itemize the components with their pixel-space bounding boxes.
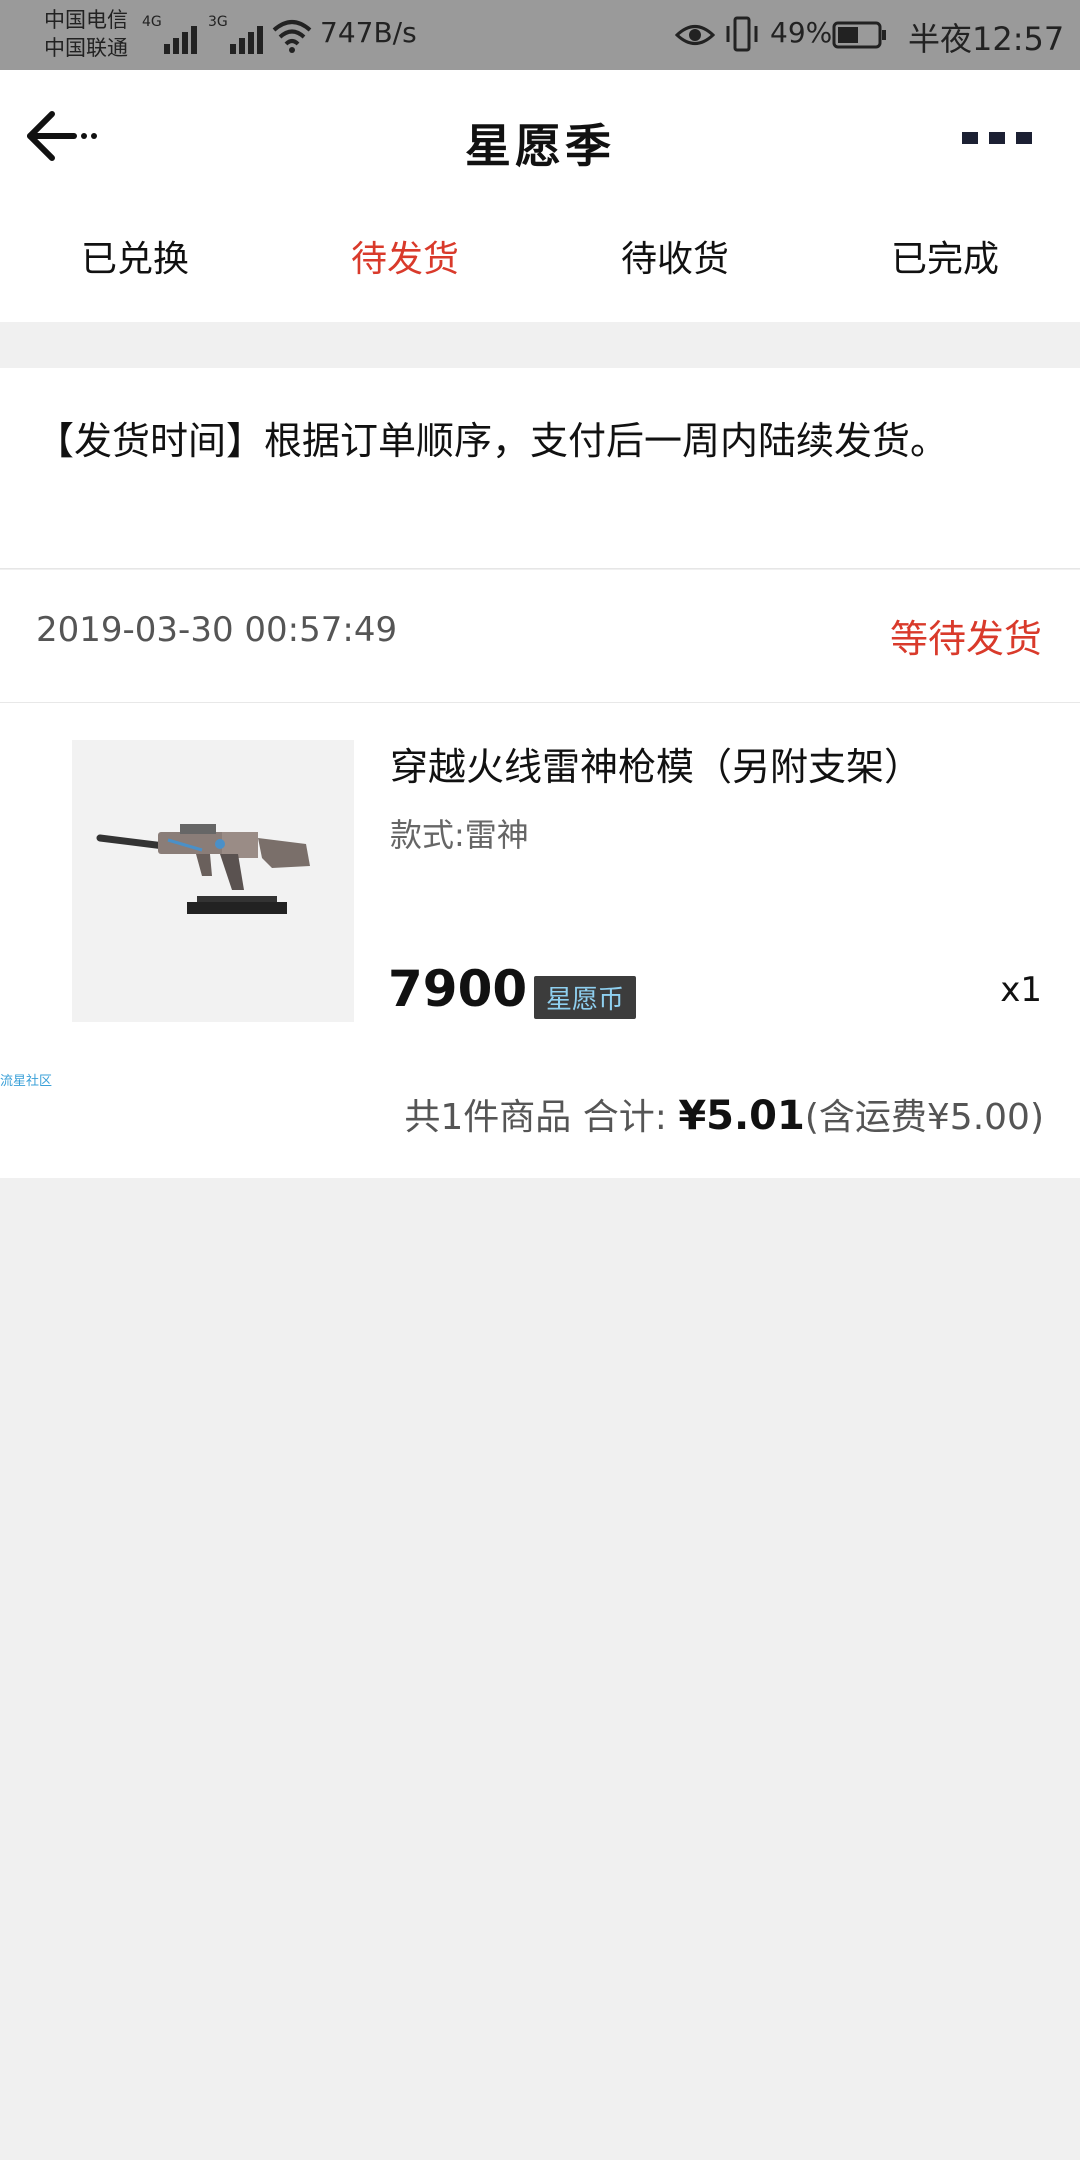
order-card[interactable]: 2019-03-30 00:57:49 等待发货 穿越火线雷神枪模（另附支架） … bbox=[0, 570, 1080, 1178]
summary-count: 共1件商品 合计: bbox=[404, 1097, 679, 1138]
product-quantity: x1 bbox=[1000, 970, 1042, 1010]
carrier-info: 中国电信 中国联通 bbox=[44, 6, 128, 62]
summary-total: ¥5.01 bbox=[678, 1093, 805, 1139]
gun-model-image bbox=[96, 824, 310, 914]
order-tabs: 已兑换 待发货 待收货 已完成 bbox=[0, 210, 1080, 322]
currency-badge: 星愿币 bbox=[534, 976, 637, 1019]
more-options-icon[interactable] bbox=[962, 132, 1032, 146]
network-speed: 747B/s bbox=[320, 16, 417, 49]
product-image[interactable] bbox=[72, 740, 354, 1022]
wifi-icon bbox=[272, 20, 312, 53]
order-summary: 共1件商品 合计: ¥5.01(含运费¥5.00) bbox=[404, 1088, 1044, 1140]
tab-completed[interactable]: 已完成 bbox=[810, 210, 1080, 322]
community-watermark: 流星社区 bbox=[0, 1074, 53, 1089]
divider bbox=[0, 702, 1080, 703]
order-time: 2019-03-30 00:57:49 bbox=[36, 610, 398, 650]
battery-icon bbox=[832, 21, 886, 49]
page-title: 星愿季 bbox=[465, 119, 615, 173]
signal-3g-icon: 3G bbox=[208, 14, 266, 54]
carrier-2: 中国联通 bbox=[44, 36, 128, 60]
product-price: 7900 bbox=[388, 960, 528, 1018]
status-bar: 中国电信 中国联通 4G 3G 747B/s 49% 半夜12:57 bbox=[0, 0, 1080, 70]
vibrate-icon bbox=[726, 16, 758, 52]
shipping-notice: 【发货时间】根据订单顺序，支付后一周内陆续发货。 bbox=[0, 368, 1080, 569]
shipping-notice-text: 【发货时间】根据订单顺序，支付后一周内陆续发货。 bbox=[36, 419, 949, 463]
carrier-1: 中国电信 bbox=[44, 8, 128, 32]
tab-to-receive[interactable]: 待收货 bbox=[540, 210, 810, 322]
tab-to-ship[interactable]: 待发货 bbox=[270, 210, 540, 322]
product-name[interactable]: 穿越火线雷神枪模（另附支架） bbox=[390, 736, 922, 791]
summary-shipping: (含运费¥5.00) bbox=[804, 1097, 1044, 1138]
order-status: 等待发货 bbox=[889, 617, 1042, 661]
eye-comfort-icon bbox=[675, 25, 715, 45]
signal-4g-icon: 4G bbox=[142, 14, 200, 54]
clock: 半夜12:57 bbox=[908, 20, 1065, 58]
battery-percent: 49% bbox=[770, 16, 833, 49]
product-style: 款式:雷神 bbox=[390, 816, 529, 854]
nav-bar: 星愿季 bbox=[0, 70, 1080, 210]
tab-redeemed[interactable]: 已兑换 bbox=[0, 210, 270, 322]
